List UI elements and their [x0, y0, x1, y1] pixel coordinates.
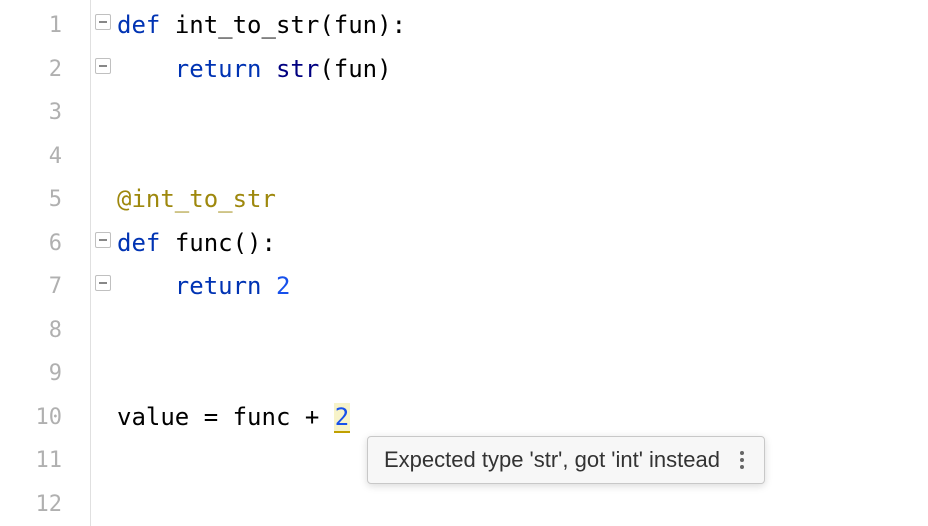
code-line: @int_to_str	[117, 178, 928, 222]
code-line: def int_to_str(fun):	[117, 4, 928, 48]
tooltip-text: Expected type 'str', got 'int' instead	[384, 447, 720, 473]
line-number: 8	[0, 309, 90, 353]
reference: func	[233, 403, 291, 431]
fold-column	[91, 0, 117, 526]
inspection-tooltip: Expected type 'str', got 'int' instead	[367, 436, 765, 484]
fold-minus-icon[interactable]	[95, 14, 111, 30]
line-number-gutter: 1 2 3 4 5 6 7 8 9 10 11 12	[0, 0, 90, 526]
variable: value	[117, 403, 189, 431]
code-line: value = func + 2	[117, 396, 928, 440]
code-line: return str(fun)	[117, 48, 928, 92]
line-number: 12	[0, 483, 90, 526]
decorator: @int_to_str	[117, 185, 276, 213]
more-vertical-icon[interactable]	[736, 447, 748, 473]
line-number: 11	[0, 439, 90, 483]
number-literal: 2	[276, 272, 290, 300]
code-line	[117, 309, 928, 353]
code-editor[interactable]: def int_to_str(fun): return str(fun) @in…	[117, 0, 928, 526]
line-number: 9	[0, 352, 90, 396]
code-line	[117, 135, 928, 179]
function-name: int_to_str	[175, 11, 320, 39]
line-number: 1	[0, 4, 90, 48]
keyword-return: return	[175, 55, 262, 83]
line-number: 10	[0, 396, 90, 440]
number-literal-warning: 2	[334, 403, 350, 433]
line-number: 3	[0, 91, 90, 135]
keyword-return: return	[175, 272, 262, 300]
keyword-def: def	[117, 229, 160, 257]
keyword-def: def	[117, 11, 160, 39]
fold-minus-icon[interactable]	[95, 58, 111, 74]
code-line	[117, 352, 928, 396]
line-number: 5	[0, 178, 90, 222]
code-line: def func():	[117, 222, 928, 266]
code-line	[117, 483, 928, 526]
builtin-str: str	[276, 55, 319, 83]
code-line	[117, 91, 928, 135]
line-number: 4	[0, 135, 90, 179]
parameter: fun	[334, 11, 377, 39]
code-line: return 2	[117, 265, 928, 309]
line-number: 7	[0, 265, 90, 309]
line-number: 6	[0, 222, 90, 266]
function-name: func	[175, 229, 233, 257]
argument: fun	[334, 55, 377, 83]
fold-minus-icon[interactable]	[95, 275, 111, 291]
fold-minus-icon[interactable]	[95, 232, 111, 248]
line-number: 2	[0, 48, 90, 92]
